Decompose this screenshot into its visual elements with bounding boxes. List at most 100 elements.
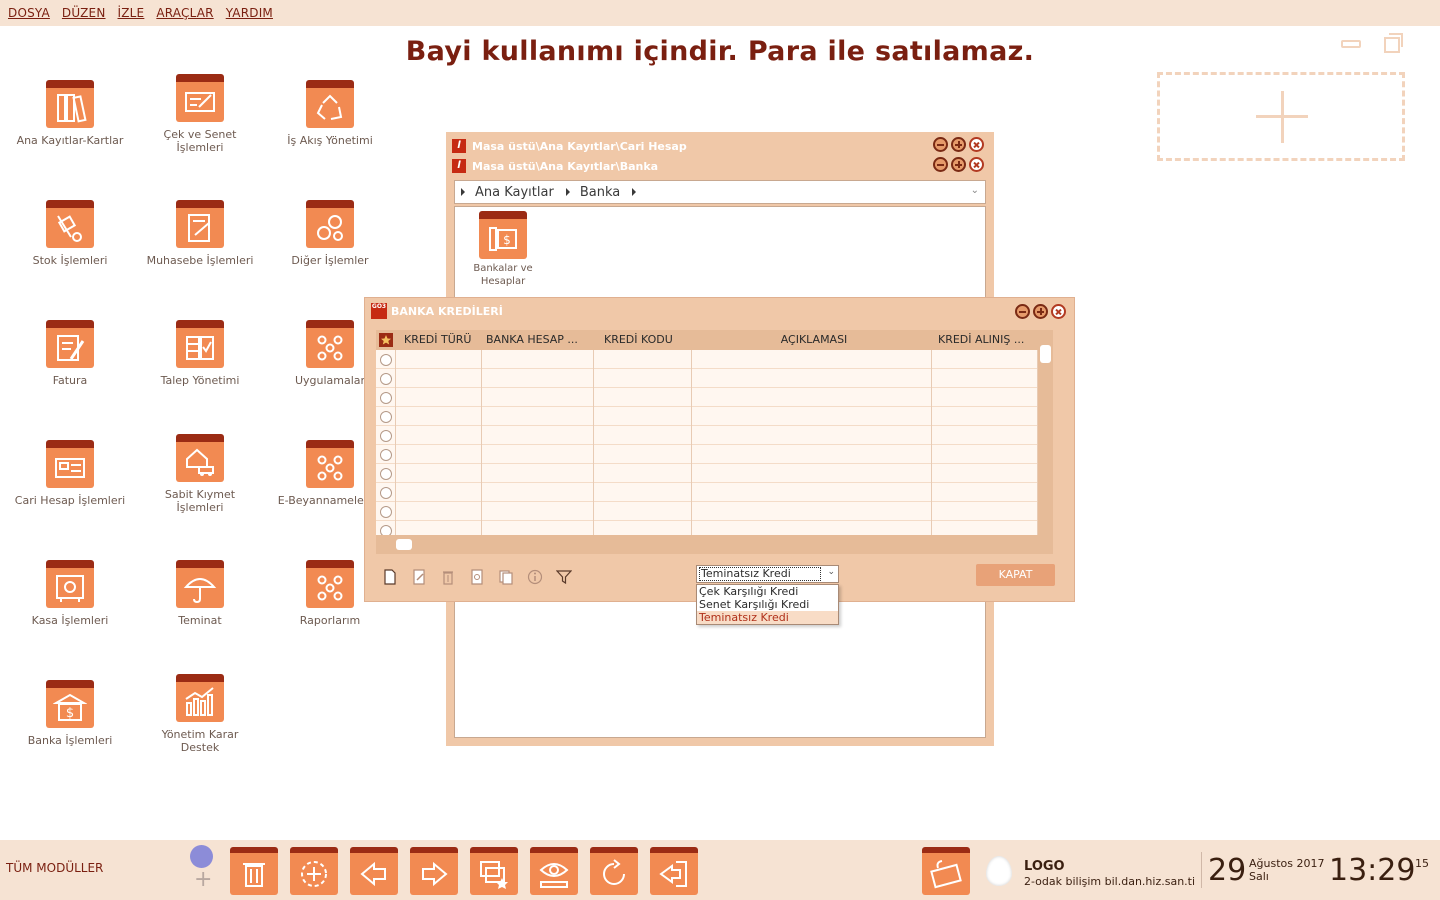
- table-cell[interactable]: [396, 426, 482, 445]
- table-cell[interactable]: [692, 388, 932, 407]
- column-header[interactable]: AÇIKLAMASI: [692, 330, 932, 350]
- table-cell[interactable]: [692, 369, 932, 388]
- table-cell[interactable]: [692, 407, 932, 426]
- info-icon[interactable]: [526, 568, 544, 586]
- table-cell[interactable]: [932, 445, 1038, 464]
- desktop-icon-teminat[interactable]: Teminat: [135, 560, 265, 627]
- menu-duzen[interactable]: DÜZEN: [62, 6, 106, 20]
- minimize-icon[interactable]: [933, 137, 948, 152]
- table-cell[interactable]: [692, 464, 932, 483]
- desktop-icon-kasa[interactable]: Kasa İşlemleri: [5, 560, 135, 627]
- table-cell[interactable]: [594, 407, 692, 426]
- horizontal-scrollbar[interactable]: [376, 535, 1053, 554]
- table-cell[interactable]: [932, 464, 1038, 483]
- minimize-icon[interactable]: [1341, 40, 1361, 48]
- scroll-thumb[interactable]: [396, 539, 412, 550]
- menu-araclar[interactable]: ARAÇLAR: [156, 6, 213, 20]
- desktop-icon-banka[interactable]: $ Banka İşlemleri: [5, 680, 135, 747]
- column-header[interactable]: KREDİ KODU: [594, 330, 692, 350]
- table-cell[interactable]: [396, 350, 482, 369]
- table-cell[interactable]: [482, 502, 594, 521]
- preview-icon[interactable]: [468, 568, 486, 586]
- table-cell[interactable]: [692, 483, 932, 502]
- breadcrumb-item[interactable]: Banka: [580, 185, 620, 200]
- credit-type-select[interactable]: Teminatsız Kredi ⌄: [696, 565, 839, 583]
- table-cell[interactable]: [482, 350, 594, 369]
- menu-izle[interactable]: İZLE: [118, 6, 145, 20]
- table-row[interactable]: [376, 369, 1038, 388]
- maximize-icon[interactable]: [951, 157, 966, 172]
- maximize-icon[interactable]: [1033, 304, 1048, 319]
- row-select-checkbox[interactable]: [376, 445, 396, 464]
- table-row[interactable]: [376, 502, 1038, 521]
- table-cell[interactable]: [594, 464, 692, 483]
- add-shortcut-box[interactable]: [1157, 72, 1405, 161]
- trash-icon[interactable]: [230, 847, 278, 895]
- table-row[interactable]: [376, 464, 1038, 483]
- exit-icon[interactable]: [650, 847, 698, 895]
- table-cell[interactable]: [932, 350, 1038, 369]
- delete-icon[interactable]: [439, 568, 457, 586]
- table-cell[interactable]: [692, 426, 932, 445]
- arrow-left-icon[interactable]: [350, 847, 398, 895]
- menu-dosya[interactable]: DOSYA: [8, 6, 50, 20]
- minimize-icon[interactable]: [933, 157, 948, 172]
- table-row[interactable]: [376, 350, 1038, 369]
- table-cell[interactable]: [482, 483, 594, 502]
- table-cell[interactable]: [692, 350, 932, 369]
- refresh-icon[interactable]: [590, 847, 638, 895]
- table-cell[interactable]: [692, 445, 932, 464]
- column-header[interactable]: KREDİ TÜRÜ: [396, 330, 482, 350]
- table-row[interactable]: [376, 483, 1038, 502]
- new-document-icon[interactable]: [381, 568, 399, 586]
- eye-icon[interactable]: [530, 847, 578, 895]
- table-cell[interactable]: [932, 369, 1038, 388]
- breadcrumb-item[interactable]: Ana Kayıtlar: [475, 185, 554, 200]
- table-row[interactable]: [376, 445, 1038, 464]
- minimize-icon[interactable]: [1015, 304, 1030, 319]
- desktop-icon-fatura[interactable]: Fatura: [5, 320, 135, 387]
- table-cell[interactable]: [482, 464, 594, 483]
- table-cell[interactable]: [396, 369, 482, 388]
- add-circle-icon[interactable]: [290, 847, 338, 895]
- table-cell[interactable]: [396, 388, 482, 407]
- desktop-icon-sabit-kiymet[interactable]: Sabit Kıymet İşlemleri: [135, 434, 265, 514]
- restore-icon[interactable]: [1384, 33, 1403, 53]
- table-cell[interactable]: [482, 445, 594, 464]
- row-select-checkbox[interactable]: [376, 426, 396, 445]
- close-icon[interactable]: [1051, 304, 1066, 319]
- table-cell[interactable]: [594, 445, 692, 464]
- chevron-down-icon[interactable]: ⌄: [827, 567, 835, 577]
- table-cell[interactable]: [396, 464, 482, 483]
- table-cell[interactable]: [594, 502, 692, 521]
- star-icon[interactable]: [376, 330, 396, 350]
- window-titlebar-banka[interactable]: l Masa üstü\Ana Kayıtlar\Banka: [446, 156, 994, 176]
- row-select-checkbox[interactable]: [376, 502, 396, 521]
- table-cell[interactable]: [396, 445, 482, 464]
- row-select-checkbox[interactable]: [376, 369, 396, 388]
- table-cell[interactable]: [932, 388, 1038, 407]
- desktop-icon-muhasebe[interactable]: Muhasebe İşlemleri: [135, 200, 265, 267]
- plus-icon[interactable]: +: [194, 869, 212, 891]
- all-modules-button[interactable]: TÜM MODÜLLER: [6, 861, 103, 875]
- arrow-right-icon[interactable]: [410, 847, 458, 895]
- desktop-icon-diger[interactable]: Diğer İşlemler: [265, 200, 395, 267]
- close-icon[interactable]: [969, 137, 984, 152]
- table-row[interactable]: [376, 426, 1038, 445]
- table-cell[interactable]: [692, 502, 932, 521]
- table-cell[interactable]: [396, 407, 482, 426]
- dropdown-option-selected[interactable]: Teminatsız Kredi: [697, 611, 838, 624]
- desktop-icon-yonetim[interactable]: Yönetim Karar Destek: [135, 674, 265, 754]
- vertical-scrollbar[interactable]: [1038, 330, 1053, 535]
- row-select-checkbox[interactable]: [376, 483, 396, 502]
- table-cell[interactable]: [482, 388, 594, 407]
- edit-icon[interactable]: [410, 568, 428, 586]
- dialog-titlebar[interactable]: GO3 BANKA KREDİLERİ: [365, 298, 1074, 324]
- column-header[interactable]: BANKA HESAP ...: [482, 330, 594, 350]
- window-titlebar-cari[interactable]: l Masa üstü\Ana Kayıtlar\Cari Hesap: [446, 136, 994, 156]
- desktop-icon-cek-senet[interactable]: Çek ve Senet İşlemleri: [135, 74, 265, 154]
- table-cell[interactable]: [482, 369, 594, 388]
- desktop-icon-stok[interactable]: Stok İşlemleri: [5, 200, 135, 267]
- breadcrumb[interactable]: Ana Kayıtlar Banka ⌄: [454, 180, 986, 204]
- filter-icon[interactable]: [555, 568, 573, 586]
